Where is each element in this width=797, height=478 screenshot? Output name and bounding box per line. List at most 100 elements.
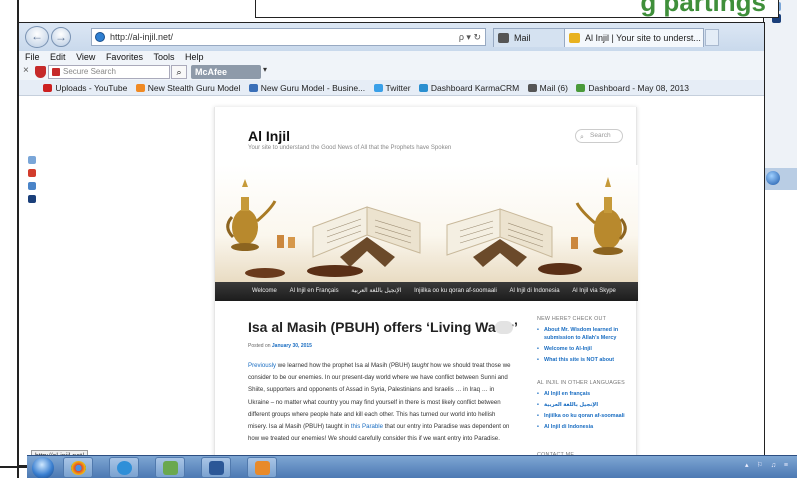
mcafee-mini-icon <box>52 68 60 76</box>
tab-al-injil[interactable]: Al Injil | Your site to underst... × <box>564 28 704 47</box>
widget-link[interactable]: About Mr. Wisdom learned in submission t… <box>537 326 637 342</box>
new-tab-button[interactable] <box>705 29 719 46</box>
tab-label: Mail <box>514 33 531 43</box>
taskbar-office[interactable] <box>247 457 277 478</box>
app-icon[interactable] <box>28 195 36 203</box>
menu-view[interactable]: View <box>76 52 95 62</box>
chrome-icon <box>71 461 86 475</box>
favorites-bar: Uploads - YouTube New Stealth Guru Model… <box>19 80 764 96</box>
menu-bar: File Edit View Favorites Tools Help <box>19 51 764 64</box>
browser-titlebar: ← → http://al-injil.net/ ρ ▾ ↻ Mail Al I… <box>19 23 764 51</box>
address-tools[interactable]: ρ ▾ ↻ <box>459 29 481 45</box>
favorite-twitter[interactable]: Twitter <box>373 80 411 95</box>
link-previously[interactable]: Previously <box>248 362 276 369</box>
search-toolbar: × Secure Search ⌕ McAfee ▾ <box>19 64 764 80</box>
favorite-label: New Guru Model - Busine... <box>260 83 366 93</box>
secure-search-input[interactable]: Secure Search <box>48 65 170 79</box>
widget-languages: AL INJIL IN OTHER LANGUAGES Al Injil en … <box>537 380 637 434</box>
teapot-left-icon <box>226 179 277 251</box>
post-date-link[interactable]: January 30, 2015 <box>272 343 312 349</box>
app-icon[interactable] <box>28 169 36 177</box>
post-text: how we should treat those we consider to… <box>248 362 511 431</box>
favorite-label: Dashboard KarmaCRM <box>430 83 520 93</box>
office-icon <box>255 461 270 475</box>
search-icon: ⌕ <box>580 134 584 141</box>
side-toolbar <box>28 156 36 208</box>
open-book-left-icon <box>312 206 421 267</box>
widget-title: NEW HERE? CHECK OUT <box>537 316 607 322</box>
menu-favorites[interactable]: Favorites <box>106 52 143 62</box>
address-url: http://al-injil.net/ <box>110 32 174 42</box>
start-button[interactable] <box>32 457 54 478</box>
system-tray[interactable]: ▴ ⚐ ♫ ≡ <box>745 461 791 469</box>
site-icon <box>569 33 580 43</box>
web-page: Al Injil Your site to understand the Goo… <box>214 107 638 459</box>
widget-link[interactable]: Injiilka oo ku qoran af-soomaali <box>537 412 637 420</box>
comment-bubble-icon[interactable] <box>495 321 513 334</box>
favorite-mail[interactable]: Mail (6) <box>527 80 568 95</box>
address-bar[interactable]: http://al-injil.net/ ρ ▾ ↻ <box>91 28 486 46</box>
screenshot-stage: g partings ← → http://al-injil.net/ ρ ▾ … <box>0 0 797 478</box>
app-icon[interactable] <box>28 182 36 190</box>
browser-content: Al Injil Your site to understand the Goo… <box>19 97 764 459</box>
menu-edit[interactable]: Edit <box>50 52 66 62</box>
internet-explorer-icon <box>117 461 132 475</box>
menu-tools[interactable]: Tools <box>153 52 174 62</box>
back-button[interactable]: ← <box>25 26 49 48</box>
nav-skype[interactable]: Al Injil via Skype <box>572 288 616 294</box>
site-title[interactable]: Al Injil <box>248 128 290 144</box>
widget-link[interactable]: What this site is NOT about <box>537 356 637 364</box>
twitter-icon <box>373 84 383 92</box>
mail-icon <box>498 33 509 43</box>
taskbar-word[interactable] <box>201 457 231 478</box>
youtube-icon <box>43 84 53 92</box>
post-body: Previously we learned how the prophet Is… <box>248 360 516 445</box>
chart-icon <box>576 84 586 92</box>
taskbar: ▴ ⚐ ♫ ≡ <box>27 455 797 478</box>
tab-label: Al Injil | Your site to underst... × <box>585 33 704 43</box>
post-title[interactable]: Isa al Masih (PBUH) offers ‘Living Water… <box>248 319 518 335</box>
favorite-youtube[interactable]: Uploads - YouTube <box>43 80 127 95</box>
favorite-dashboard[interactable]: Dashboard - May 08, 2013 <box>576 80 689 95</box>
taskbar-explorer[interactable] <box>155 457 185 478</box>
search-placeholder: Secure Search <box>63 67 116 76</box>
background-window[interactable] <box>763 0 797 190</box>
nav-indonesian[interactable]: Al Injil di Indonesia <box>510 288 560 294</box>
widget-link[interactable]: Al Injil en français <box>537 390 637 398</box>
post-date: Posted on January 30, 2015 <box>248 343 312 349</box>
page-search-input[interactable]: ⌕ Search <box>575 129 623 143</box>
forward-button[interactable]: → <box>51 27 71 47</box>
start-orb-icon <box>766 171 780 185</box>
mcafee-shield-icon[interactable] <box>35 66 46 78</box>
favorite-guru-business[interactable]: New Guru Model - Busine... <box>248 80 366 95</box>
app-icon[interactable] <box>28 156 36 164</box>
favorite-label: Twitter <box>385 83 411 93</box>
word-icon <box>209 461 224 475</box>
link-this-parable[interactable]: this Parable <box>351 423 383 430</box>
background-taskbar <box>764 168 797 190</box>
nav-arabic[interactable]: الإنجيل باللغة العربية <box>351 288 401 294</box>
frame-line <box>0 466 30 468</box>
star-icon <box>25 95 34 96</box>
nav-somali[interactable]: Injiilka oo ku qoran af-soomaali <box>414 288 497 294</box>
widget-link[interactable]: Welcome to Al-Injil <box>537 345 637 353</box>
taskbar-chrome[interactable] <box>63 457 93 478</box>
widget-title: AL INJIL IN OTHER LANGUAGES <box>537 380 625 386</box>
mcafee-button[interactable]: McAfee <box>191 65 261 79</box>
mcafee-dropdown-icon[interactable]: ▾ <box>263 65 267 74</box>
menu-file[interactable]: File <box>25 52 40 62</box>
nav-welcome[interactable]: Welcome <box>252 288 277 294</box>
taskbar-ie[interactable] <box>109 457 139 478</box>
mail-icon <box>527 84 537 92</box>
header-illustration <box>226 177 627 278</box>
widget-link[interactable]: الإنجيل باللغة العربية <box>537 401 637 409</box>
nav-french[interactable]: Al Injil en Français <box>290 288 339 294</box>
widget-link[interactable]: Al Injil di Indonesia <box>537 423 637 431</box>
favorite-stealth-guru[interactable]: New Stealth Guru Model <box>135 80 240 95</box>
search-button[interactable]: ⌕ <box>171 65 187 79</box>
favorite-karmacrm[interactable]: Dashboard KarmaCRM <box>418 80 520 95</box>
menu-help[interactable]: Help <box>185 52 204 62</box>
post-text: we learned how the prophet Isa al Masih … <box>276 362 412 369</box>
teapot-right-icon <box>575 177 627 255</box>
close-toolbar-button[interactable]: × <box>23 65 29 76</box>
